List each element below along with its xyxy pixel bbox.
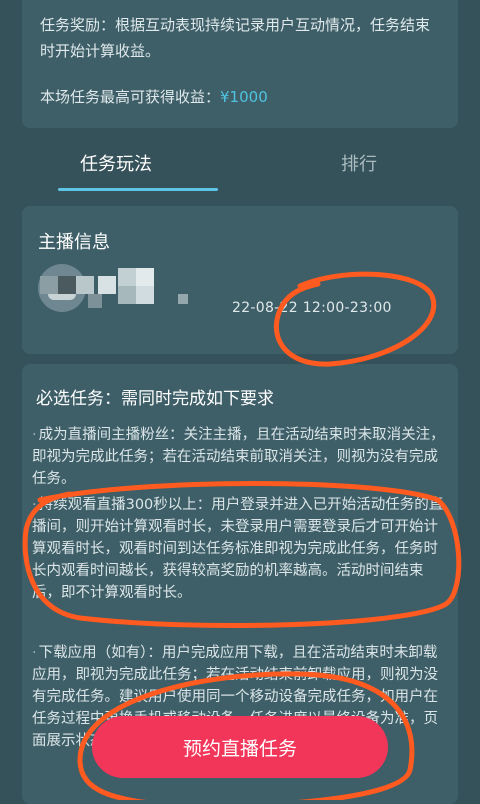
task-text: 成为直播间主播粉丝：关注主播，且在活动结束时未取消关注，即视为完成此任务；若在活…: [32, 427, 445, 487]
task-text: 持续观看直播300秒以上：用户登录并进入已开始活动任务的直播间，则开始计算观看时…: [32, 497, 444, 601]
bullet-icon: ·: [32, 645, 37, 661]
bullet-icon: ·: [32, 427, 37, 443]
task-item-watch: · 持续观看直播300秒以上：用户登录并进入已开始活动任务的直播间，则开始计算观看…: [32, 494, 446, 604]
tab-ranking[interactable]: 排行: [341, 150, 377, 176]
reward-card: 任务奖励：根据互动表现持续记录用户互动情况，任务结束时开始计算收益。 本场任务最…: [22, 0, 458, 128]
active-tab-indicator: [58, 188, 218, 191]
max-reward-label: 本场任务最高可获得收益：: [40, 88, 221, 106]
reward-text: 任务奖励：根据互动表现持续记录用户互动情况，任务结束时开始计算收益。: [40, 16, 431, 60]
tab-bar: 任务玩法 排行: [0, 144, 480, 192]
tab-task-rules[interactable]: 任务玩法: [80, 150, 152, 176]
required-tasks-title: 必选任务：需同时完成如下要求: [36, 389, 274, 409]
bullet-icon: ·: [32, 497, 37, 513]
anchor-info-card: 主播信息 22-08-22 12:00-23:00: [22, 206, 458, 354]
live-time: 22-08-22 12:00-23:00: [232, 300, 392, 316]
max-reward-amount: ¥1000: [220, 88, 268, 106]
anchor-info-title: 主播信息: [38, 232, 110, 253]
reserve-live-task-button[interactable]: 预约直播任务: [92, 716, 388, 778]
task-item-follow: · 成为直播间主播粉丝：关注主播，且在活动结束时未取消关注，即视为完成此任务；若在…: [32, 424, 446, 490]
max-reward: 本场任务最高可获得收益：¥1000: [40, 84, 440, 110]
